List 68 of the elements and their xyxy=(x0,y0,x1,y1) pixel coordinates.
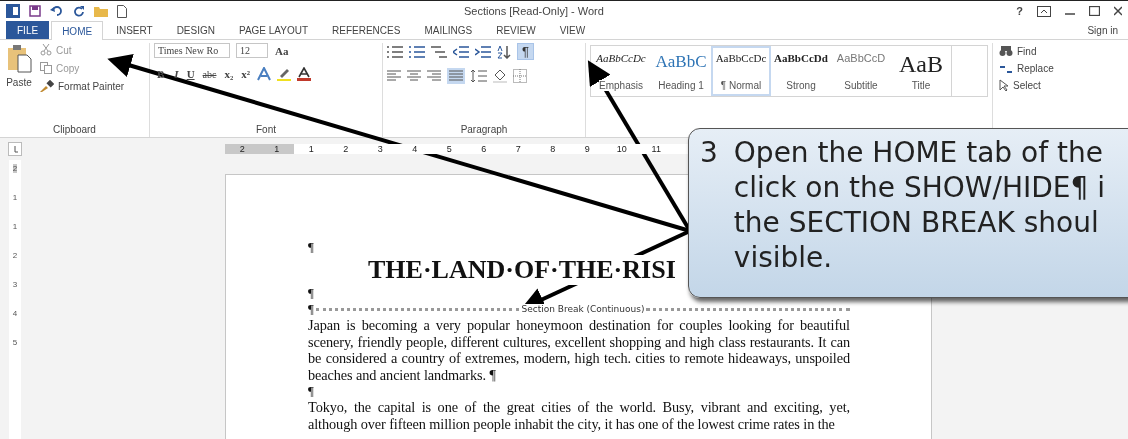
save-icon[interactable] xyxy=(29,5,41,17)
font-size-dropdown[interactable]: 12 xyxy=(236,43,268,58)
replace-button[interactable]: Replace xyxy=(997,61,1069,75)
instruction-text: visible. xyxy=(733,240,833,275)
word-logo-icon xyxy=(6,4,20,18)
multilevel-list-icon[interactable] xyxy=(431,44,447,59)
ribbon-tab[interactable]: VIEW xyxy=(548,21,597,39)
numbered-list-icon[interactable] xyxy=(409,44,425,59)
section-break-label: Section Break (Continuous) xyxy=(521,304,645,314)
close-icon[interactable] xyxy=(1114,6,1122,16)
decrease-indent-icon[interactable] xyxy=(453,44,469,59)
ribbon-tab[interactable]: PAGE LAYOUT xyxy=(227,21,320,39)
copy-icon xyxy=(40,62,52,74)
font-name-dropdown[interactable]: Times New Ro xyxy=(154,43,230,58)
clipboard-icon xyxy=(6,45,32,73)
group-label: Font xyxy=(255,124,277,137)
line-spacing-icon[interactable] xyxy=(471,69,487,83)
select-button[interactable]: Select xyxy=(997,78,1069,93)
ribbon-tab[interactable]: DESIGN xyxy=(165,21,226,39)
format-button[interactable]: abc xyxy=(201,68,218,80)
undo-icon[interactable] xyxy=(50,5,64,17)
instruction-text: click on the SHOW/HIDE¶ i xyxy=(733,170,1105,205)
document-heading: THE·LAND·OF·THE·RISI xyxy=(368,255,676,285)
increase-indent-icon[interactable] xyxy=(475,44,491,59)
ribbon-tab[interactable]: REVIEW xyxy=(485,21,547,39)
change-case-button[interactable]: Aa xyxy=(274,44,290,57)
style-option[interactable]: AaBbCcDc ¶ Normal xyxy=(711,46,771,96)
body-paragraph: Japan is becoming a very popular honeymoon destination for couples looking for beautiful scenery, friendly people, different cultures, excellent shopping and high class restaurants. It can be considered a country of extremes, modern, high tech. cities to remote hideaways, unspoiled beaches and ancient landmarks. ¶ xyxy=(308,317,850,383)
scissors-icon xyxy=(40,44,52,56)
paragraph-mark: ¶ xyxy=(308,301,314,317)
body-paragraph: Tokyo, the capital is one of the great cities of the world. Busy, vibrant and exciting, yet, although over fifteen million people inhabit the city, it has one of the lowest crime rates in the xyxy=(308,399,850,432)
text-effects-icon[interactable] xyxy=(257,67,272,81)
instruction-text: the SECTION BREAK shoul xyxy=(733,205,1099,240)
group-label: Clipboard xyxy=(52,124,97,137)
show-hide-button[interactable]: ¶ xyxy=(517,43,534,60)
ribbon-tab[interactable]: MAILINGS xyxy=(413,21,484,39)
paste-button[interactable]: Paste xyxy=(4,43,34,124)
format-button[interactable]: x² xyxy=(240,68,252,80)
group-label: Paragraph xyxy=(459,124,509,137)
shading-icon[interactable] xyxy=(493,69,507,83)
vertical-ruler: 2 1 1 2 3 4 5 xyxy=(9,160,21,439)
highlighter-icon[interactable] xyxy=(277,67,292,81)
format-button[interactable]: I xyxy=(173,68,180,80)
paragraph-mark: ¶ xyxy=(308,285,314,301)
ribbon-display-icon[interactable] xyxy=(1037,5,1051,17)
pointer-icon xyxy=(999,79,1009,92)
ribbon-tab[interactable]: FILE xyxy=(6,21,50,39)
format-button[interactable]: U xyxy=(185,68,196,80)
format-button[interactable]: x₂ xyxy=(223,68,235,80)
help-button[interactable]: ? xyxy=(1016,5,1023,17)
bullet-list-icon[interactable] xyxy=(387,44,403,59)
find-button[interactable]: Find xyxy=(997,44,1069,58)
sign-in-link[interactable]: Sign in xyxy=(1087,25,1118,39)
paintbrush-icon xyxy=(40,80,54,92)
maximize-icon[interactable] xyxy=(1089,6,1100,16)
paragraph-mark: ¶ xyxy=(308,383,314,399)
window-title: Sections [Read-Only] - Word xyxy=(464,5,605,17)
redo-icon[interactable] xyxy=(73,5,85,17)
paragraph-mark: ¶ xyxy=(308,239,314,255)
new-document-icon[interactable] xyxy=(117,4,127,18)
format-painter-button[interactable]: Format Painter xyxy=(38,79,127,93)
sort-icon[interactable] xyxy=(497,44,511,59)
ribbon-tab[interactable]: HOME xyxy=(51,21,104,40)
borders-icon[interactable] xyxy=(513,69,527,83)
binoculars-icon xyxy=(999,45,1013,57)
ribbon-tab[interactable]: INSERT xyxy=(105,21,164,39)
font-color-icon[interactable] xyxy=(297,67,312,81)
ribbon-tab[interactable]: REFERENCES xyxy=(321,21,412,39)
